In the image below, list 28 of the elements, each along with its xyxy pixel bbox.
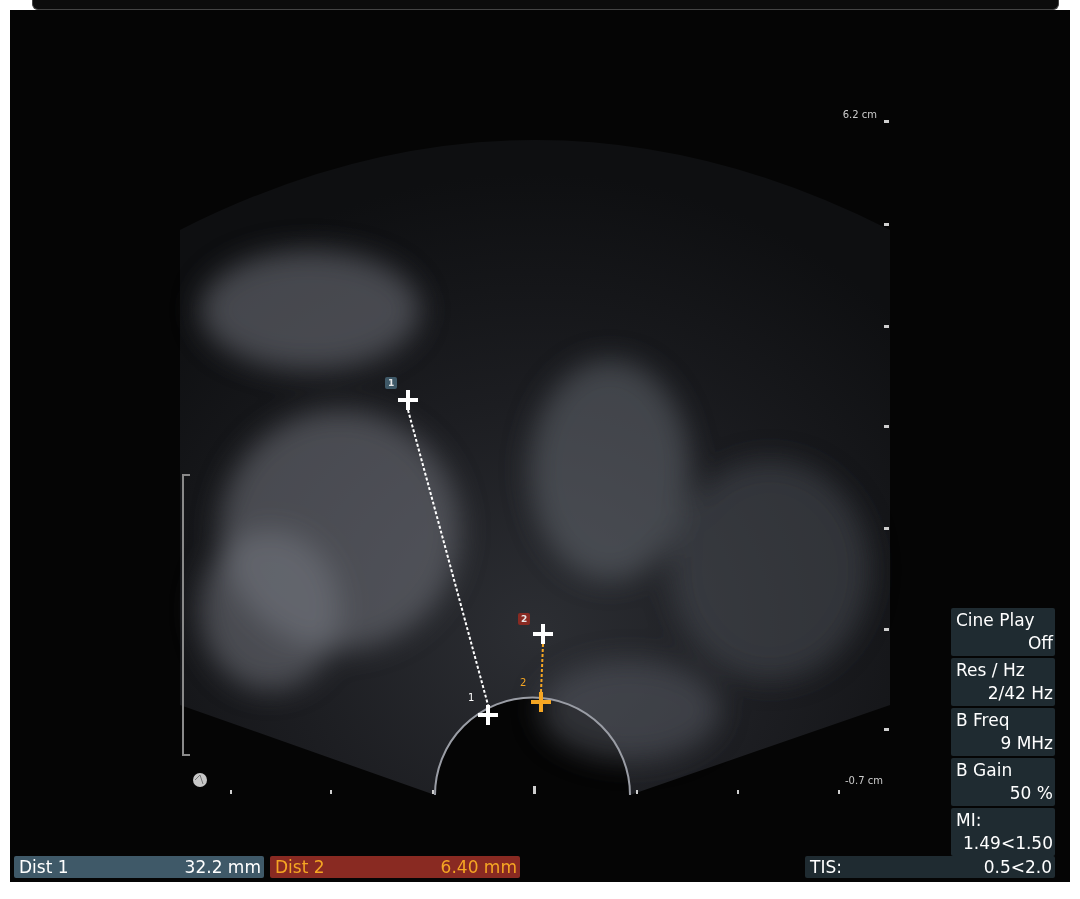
depth-top-label: 6.2 cm: [842, 110, 877, 120]
caliper-cross-icon[interactable]: [478, 705, 498, 725]
depth-bottom-label: -0.7 cm: [845, 776, 883, 786]
measurement-value: 6.40 mm: [440, 857, 517, 877]
measurement-name: Dist 1: [19, 857, 69, 877]
parameter-value: 50 %: [1009, 782, 1053, 805]
caliper-cross-icon[interactable]: [533, 624, 553, 644]
measurement-name: Dist 2: [275, 857, 325, 877]
caliper-cross-icon[interactable]: [398, 390, 418, 410]
parameter-label: Cine Play: [956, 609, 1035, 632]
caliper-cross-icon[interactable]: [531, 692, 551, 712]
parameter-value: 1.49<1.50: [963, 832, 1053, 855]
parameter-value: Off: [1027, 632, 1053, 655]
measurement-end-label: 1: [468, 693, 475, 703]
measurement-label: 2: [518, 613, 531, 625]
parameter-label: MI:: [956, 809, 982, 832]
parameter-label: B Gain: [956, 759, 1013, 782]
parameter-label: B Freq: [956, 709, 1010, 732]
tis-value: 0.5<2.0: [983, 857, 1052, 877]
measurement-end-label: 2: [520, 678, 527, 688]
measurement-value: 32.2 mm: [184, 857, 261, 877]
probe-orientation-icon: [193, 773, 207, 787]
parameter-label: Res / Hz: [956, 659, 1025, 682]
measurement-label: 1: [385, 377, 398, 389]
parameter-value: 2/42 Hz: [987, 682, 1053, 705]
parameter-value: 9 MHz: [1000, 732, 1053, 755]
tis-label: TIS:: [810, 857, 842, 877]
caliper-line: [540, 643, 544, 693]
